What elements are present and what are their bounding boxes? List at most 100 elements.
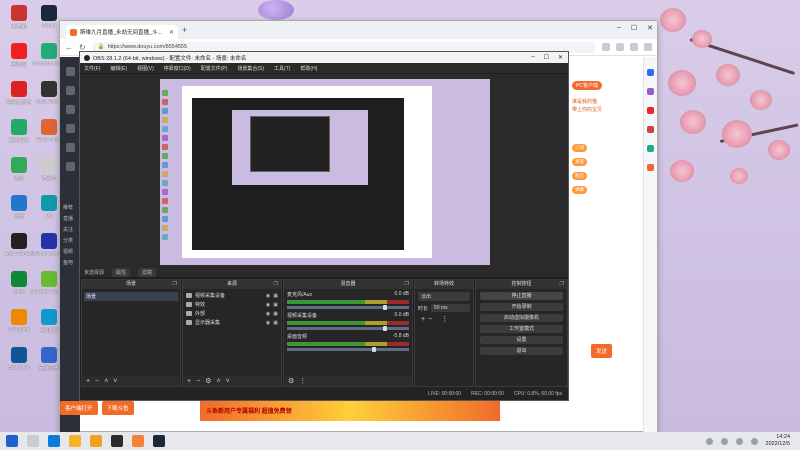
lock-icon[interactable]: ▣ <box>273 311 278 317</box>
douyu-nav-label[interactable]: 鱼吧 <box>63 258 73 269</box>
obs-menu-item[interactable]: 帮助(H) <box>300 65 317 72</box>
explorer-taskbar-icon[interactable] <box>69 435 81 447</box>
obs-maximize-icon[interactable]: ☐ <box>544 54 549 61</box>
scene-up-icon[interactable]: ˄ <box>104 378 108 385</box>
properties-button[interactable]: 属性 <box>112 267 131 277</box>
promo-banner[interactable]: 斗鱼新用户专属福利 超值免费领 <box>200 399 500 421</box>
mixer-menu-icon[interactable]: ⋮ <box>299 377 306 385</box>
filters-button[interactable]: 滤镜 <box>138 267 157 277</box>
lock-icon[interactable]: ▣ <box>273 320 278 326</box>
tools-icon[interactable] <box>647 107 654 114</box>
douyu-nav-label[interactable]: 关注 <box>63 225 73 236</box>
add-scene-icon[interactable]: + <box>86 378 90 385</box>
control-button[interactable]: 开始录制 <box>480 303 563 311</box>
outlook-icon[interactable] <box>647 164 654 171</box>
browser-tab[interactable]: 斯维九月直播_永劫无间直播_斗... ✕ <box>66 25 178 39</box>
volume-fader[interactable] <box>287 305 409 310</box>
control-button[interactable]: 设置 <box>480 336 563 344</box>
steam-taskbar-icon[interactable] <box>153 435 165 447</box>
lock-icon[interactable]: ▣ <box>273 302 278 308</box>
control-button[interactable]: 退出 <box>480 347 563 355</box>
douyu-taskbar-icon[interactable] <box>132 435 144 447</box>
source-item[interactable]: 显示器采集 ◉ ▣ <box>183 318 281 327</box>
fader-knob[interactable] <box>372 347 376 352</box>
search-taskbar-icon[interactable] <box>27 435 39 447</box>
remove-scene-icon[interactable]: − <box>95 378 99 385</box>
collections-icon[interactable] <box>616 43 624 51</box>
obs-menu-item[interactable]: 场景集合(S) <box>237 65 264 72</box>
douyu-bottom-button[interactable]: 客户端打开 <box>60 401 98 415</box>
app-taskbar-icon[interactable] <box>90 435 102 447</box>
network-icon[interactable] <box>720 437 728 445</box>
obs-menu-item[interactable]: 编辑(E) <box>110 65 127 72</box>
obs-close-icon[interactable]: ✕ <box>558 54 563 61</box>
transition-menu-icon[interactable]: ⋮ <box>441 315 448 323</box>
visibility-eye-icon[interactable]: ◉ <box>266 302 270 308</box>
add-source-icon[interactable]: + <box>187 378 191 385</box>
favorites-icon[interactable] <box>602 43 610 51</box>
volume-icon[interactable] <box>735 437 743 445</box>
menu-icon[interactable] <box>644 43 652 51</box>
lock-icon[interactable]: ▣ <box>273 293 278 299</box>
source-item[interactable]: 视频采集设备 ◉ ▣ <box>183 291 281 300</box>
wechat-tray-icon[interactable] <box>750 437 758 445</box>
tray-icon[interactable] <box>705 437 713 445</box>
remove-transition-icon[interactable]: − <box>428 316 432 323</box>
obs-menu-item[interactable]: 配置文件(P) <box>201 65 228 72</box>
volume-fader[interactable] <box>287 347 409 352</box>
games-icon[interactable] <box>647 126 654 133</box>
douyu-nav-label[interactable]: 直播 <box>63 214 73 225</box>
obs-minimize-icon[interactable]: – <box>531 54 534 61</box>
search-icon[interactable] <box>647 69 654 76</box>
obs-taskbar-icon[interactable] <box>111 435 123 447</box>
add-transition-icon[interactable]: + <box>421 316 425 323</box>
discover-icon[interactable] <box>647 88 654 95</box>
duration-input[interactable]: 50 ms <box>431 304 470 312</box>
douyu-pill[interactable]: 弹幕 <box>572 186 587 194</box>
douyu-bottom-button[interactable]: 下载斗鱼 <box>101 401 134 415</box>
source-item[interactable]: 外部 ◉ ▣ <box>183 309 281 318</box>
scene-item[interactable]: 场景 <box>84 292 178 301</box>
clock[interactable]: 14:24 2022/12/5 <box>766 434 790 448</box>
obs-preview[interactable] <box>80 74 568 267</box>
edge-taskbar-icon[interactable] <box>48 435 60 447</box>
maximize-icon[interactable]: ☐ <box>631 24 637 32</box>
source-down-icon[interactable]: ˅ <box>226 378 230 385</box>
mixer-settings-icon[interactable]: ⚙ <box>288 377 294 385</box>
send-button[interactable]: 发送 <box>591 344 613 358</box>
control-button[interactable]: 工作室模式 <box>480 325 563 333</box>
douyu-nav-label[interactable]: 推荐 <box>63 203 73 214</box>
new-tab-button[interactable]: + <box>182 25 187 35</box>
obs-menu-item[interactable]: 工具(T) <box>274 65 290 72</box>
visibility-eye-icon[interactable]: ◉ <box>266 293 270 299</box>
douyu-pill[interactable]: 粉丝 <box>572 172 587 180</box>
douyu-nav-label[interactable]: 分类 <box>63 236 73 247</box>
scene-down-icon[interactable]: ˅ <box>113 378 117 385</box>
fader-knob[interactable] <box>383 326 387 331</box>
visibility-eye-icon[interactable]: ◉ <box>266 311 270 317</box>
source-item[interactable]: 特效 ◉ ▣ <box>183 300 281 309</box>
source-settings-icon[interactable]: ⚙ <box>205 377 211 385</box>
douyu-pill[interactable]: 订阅 <box>572 144 587 152</box>
obs-menu-item[interactable]: 视图(V) <box>137 65 154 72</box>
close-tab-icon[interactable]: ✕ <box>169 29 174 36</box>
close-window-icon[interactable]: ✕ <box>647 24 653 32</box>
control-button[interactable]: 启动虚拟摄像机 <box>480 314 563 322</box>
transition-type-select[interactable]: 淡出 <box>418 292 470 301</box>
volume-fader[interactable] <box>287 326 409 331</box>
obs-menu-item[interactable]: 文件(F) <box>84 65 100 72</box>
control-button[interactable]: 停止直播 <box>480 292 563 300</box>
remove-source-icon[interactable]: − <box>196 378 200 385</box>
profile-icon[interactable] <box>630 43 638 51</box>
pc-client-badge[interactable]: PC客户端 <box>572 81 602 90</box>
source-up-icon[interactable]: ˄ <box>216 378 220 385</box>
douyu-nav-label[interactable]: 视频 <box>63 247 73 258</box>
minimize-icon[interactable]: – <box>617 24 621 32</box>
start-icon[interactable] <box>6 435 18 447</box>
douyu-pill[interactable]: 贵族 <box>572 158 587 166</box>
obs-menu-item[interactable]: 停靠窗口(D) <box>164 65 191 72</box>
visibility-eye-icon[interactable]: ◉ <box>266 320 270 326</box>
fader-knob[interactable] <box>383 305 387 310</box>
office-icon[interactable] <box>647 145 654 152</box>
back-icon[interactable]: ← <box>65 43 73 52</box>
